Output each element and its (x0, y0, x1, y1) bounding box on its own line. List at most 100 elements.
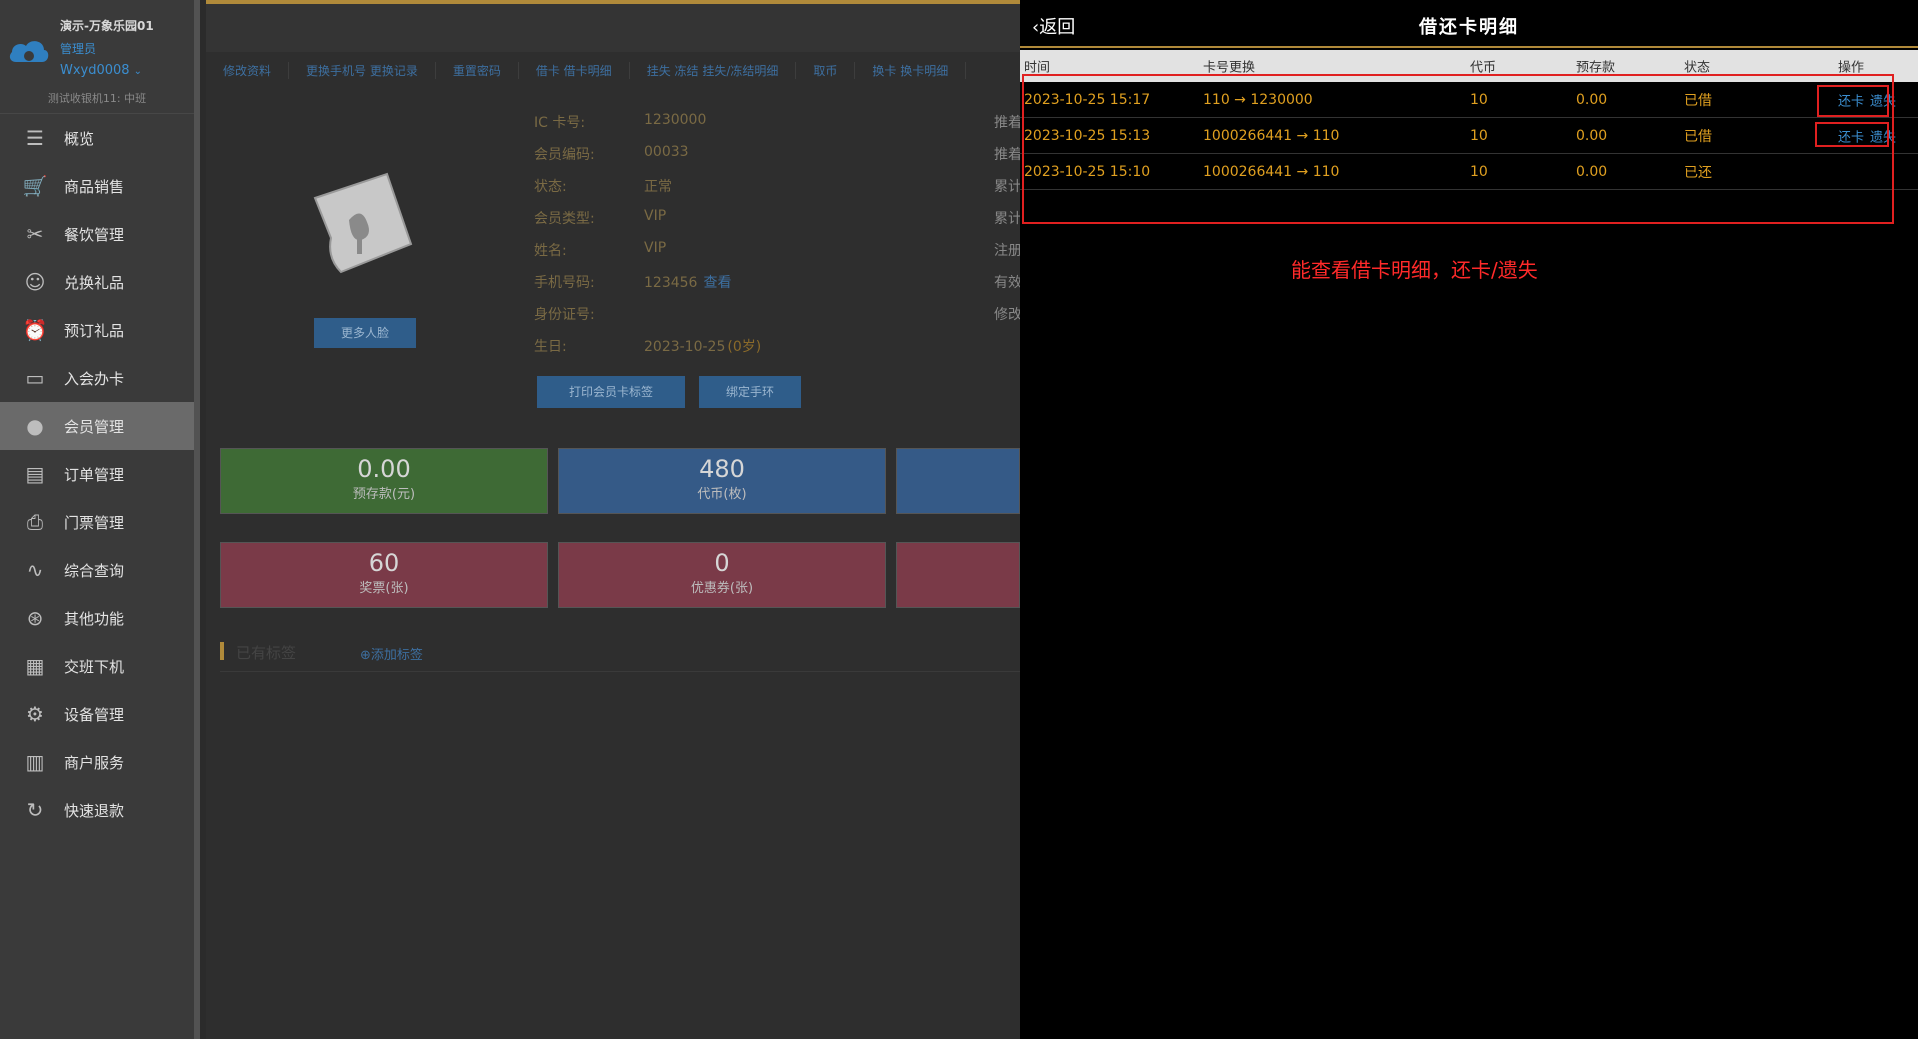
print-card-label-button[interactable]: 打印会员卡标签 (537, 376, 685, 408)
stat-label: 优惠券(张) (690, 581, 754, 596)
sidebar: 演示-万象乐园01 管理员 Wxyd0008 ⌄ 测试收银机11: 中班 ☰ 概览 🛒… (0, 0, 200, 1039)
view-phone-link[interactable]: 查看 (703, 275, 731, 291)
aperture-icon: ⊛ (26, 606, 44, 630)
info-label-right: 推着 (994, 115, 1022, 131)
tab-link[interactable]: 重置密码 (436, 61, 519, 79)
tab-link[interactable]: 挂失 冻结 挂失/冻结明细 (630, 61, 797, 79)
info-value: VIP (644, 208, 666, 224)
sidebar-item-label: 预订礼品 (64, 321, 125, 340)
stat-label: 预存款(元) (352, 487, 416, 502)
sidebar-menu: ☰ 概览 🛒 商品销售 ✂ 餐饮管理 ☺ 兑换礼品 ⏰ 预订礼品 ▭ 入会办卡 ● 会员管理 ▤ 订单管理 ⎙ 门… (0, 114, 194, 834)
sidebar-item-label: 门票管理 (64, 513, 125, 532)
info-value-text: VIP (644, 208, 667, 224)
info-label: 身份证号: (534, 307, 595, 323)
user-dropdown[interactable]: Wxyd0008 ⌄ (60, 63, 142, 78)
info-label-right: 有效 (994, 275, 1022, 291)
sidebar-item-label: 其他功能 (64, 609, 125, 628)
stat-label: 代币(枚) (697, 487, 747, 502)
info-label: 状态: (534, 179, 567, 195)
user-role: 管理员 (60, 42, 97, 56)
tab-link[interactable]: 换卡 换卡明细 (855, 61, 967, 79)
bind-wristband-button[interactable]: 绑定手环 (699, 376, 801, 408)
sidebar-item[interactable]: ☺ 兑换礼品 (0, 258, 194, 306)
sidebar-item-label: 概览 (64, 129, 95, 148)
tags-title: 已有标签 (236, 644, 297, 662)
tab-link[interactable]: 修改资料 (206, 61, 290, 79)
stat-tile (896, 542, 1020, 608)
info-label: IC 卡号: (534, 115, 586, 131)
stat-tile: 0.00 预存款(元) (220, 448, 548, 514)
info-value: 1230000 (644, 112, 706, 128)
info-label-right: 推着 (994, 147, 1022, 163)
section-accent-bar (220, 642, 224, 660)
cart-icon: 🛒 (22, 174, 48, 198)
info-value: 00033 (644, 144, 689, 160)
sidebar-item-label: 交班下机 (64, 657, 125, 676)
stat-value: 0.00 (357, 455, 411, 483)
chevron-down-icon: ⌄ (133, 66, 142, 77)
annotation-note: 能查看借卡明细，还卡/遗失 (1291, 258, 1538, 282)
sidebar-item-label: 快速退款 (64, 801, 125, 820)
sidebar-item[interactable]: ↻ 快速退款 (0, 786, 194, 834)
card-icon: ▭ (25, 366, 45, 390)
cloud-logo-icon (9, 41, 49, 62)
plus-circle-icon: ⊕ (360, 648, 371, 663)
sidebar-item-label: 餐饮管理 (64, 225, 125, 244)
sidebar-item-label: 入会办卡 (64, 369, 125, 388)
gift-icon: ☺ (24, 270, 46, 294)
info-label: 会员类型: (534, 211, 595, 227)
info-value-text: 2023-10-25 (644, 339, 726, 355)
more-faces-button[interactable]: 更多人脸 (314, 318, 416, 348)
calculator-icon: ▦ (25, 654, 45, 678)
drawer-title: 借还卡明细 (1419, 17, 1519, 38)
info-value: 正常 (644, 176, 672, 196)
sidebar-item[interactable]: ⎙ 门票管理 (0, 498, 194, 546)
tab-link[interactable]: 借卡 借卡明细 (519, 61, 630, 79)
stat-tile (896, 448, 1020, 514)
sidebar-item[interactable]: ● 会员管理 (0, 402, 194, 450)
tab-link[interactable]: 取币 (796, 61, 856, 79)
sidebar-item-label: 商户服务 (64, 753, 125, 772)
menu-icon: ☰ (26, 126, 44, 150)
add-tag-link[interactable]: ⊕添加标签 (360, 644, 423, 663)
sidebar-item[interactable]: ∿ 综合查询 (0, 546, 194, 594)
utensils-icon: ✂ (26, 222, 44, 246)
app-window: 演示-万象乐园01 管理员 Wxyd0008 ⌄ 测试收银机11: 中班 ☰ 概览 🛒… (0, 0, 1918, 1039)
info-label: 手机号码: (534, 275, 595, 291)
column-header: 代币 (1470, 60, 1497, 76)
info-label: 会员编码: (534, 147, 595, 163)
column-header: 预存款 (1576, 60, 1616, 76)
sidebar-item[interactable]: ⊛ 其他功能 (0, 594, 194, 642)
column-header: 时间 (1024, 60, 1051, 76)
stat-tile: 60 奖票(张) (220, 542, 548, 608)
sidebar-item[interactable]: ▭ 入会办卡 (0, 354, 194, 402)
sidebar-item[interactable]: ⚙ 设备管理 (0, 690, 194, 738)
info-value-text: 正常 (644, 179, 672, 195)
sidebar-item-label: 综合查询 (64, 561, 125, 580)
tab-link[interactable]: 更换手机号 更换记录 (289, 61, 436, 79)
refresh-icon: ↻ (26, 798, 44, 822)
sidebar-item[interactable]: ▤ 订单管理 (0, 450, 194, 498)
info-label: 生日: (534, 339, 567, 355)
user-icon: ● (26, 414, 44, 438)
sidebar-item[interactable]: ✂ 餐饮管理 (0, 210, 194, 258)
sidebar-item[interactable]: ▥ 商户服务 (0, 738, 194, 786)
info-value-text: 1230000 (644, 112, 707, 128)
info-value: 123456 查看 (644, 272, 731, 292)
sidebar-item[interactable]: ☰ 概览 (0, 114, 194, 162)
highlight-ops-box (1817, 85, 1889, 117)
clipboard-icon: ▤ (25, 462, 45, 486)
stat-tile: 0 优惠券(张) (558, 542, 886, 608)
column-header: 卡号更换 (1203, 60, 1256, 76)
store-name: 演示-万象乐园01 (60, 19, 154, 33)
sidebar-item[interactable]: ⏰ 预订礼品 (0, 306, 194, 354)
sidebar-item[interactable]: 🛒 商品销售 (0, 162, 194, 210)
printer-icon: ⎙ (27, 510, 43, 534)
stat-label: 奖票(张) (359, 581, 409, 596)
document-icon: ▥ (25, 750, 45, 774)
sidebar-item-label: 订单管理 (64, 465, 125, 484)
sidebar-item[interactable]: ▦ 交班下机 (0, 642, 194, 690)
age-text: (0岁) (727, 339, 762, 355)
gear-icon: ⚙ (26, 702, 44, 726)
stat-value: 60 (368, 549, 400, 577)
